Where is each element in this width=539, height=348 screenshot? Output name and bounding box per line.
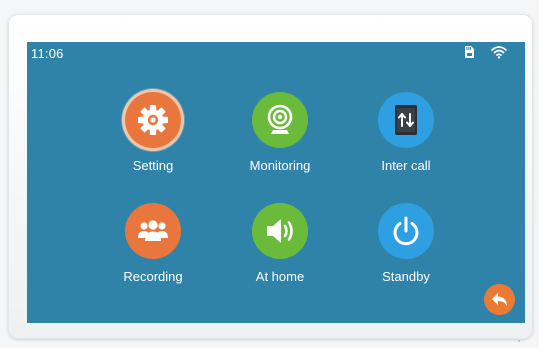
sd-card-icon: [462, 45, 476, 59]
at-home-button[interactable]: At home: [230, 201, 330, 293]
standby-label: Standby: [382, 269, 430, 284]
wifi-icon: [491, 45, 507, 59]
indicator-light: [518, 340, 520, 342]
monitoring-button[interactable]: Monitoring: [230, 90, 330, 182]
standby-button[interactable]: Standby: [356, 201, 456, 293]
recording-label: Recording: [123, 269, 183, 284]
intercom-icon: [378, 92, 434, 148]
power-icon: [378, 203, 434, 259]
camera-icon: [252, 92, 308, 148]
back-button[interactable]: [484, 284, 515, 315]
clock: 11:06: [31, 46, 64, 61]
home-screen: 11:06 Setting Monitoring Inter call Reco…: [27, 42, 525, 323]
setting-button[interactable]: Setting: [103, 90, 203, 182]
at-home-label: At home: [255, 269, 305, 284]
inter-call-button[interactable]: Inter call: [356, 90, 456, 182]
speaker-icon: [252, 203, 308, 259]
inter-call-label: Inter call: [381, 158, 431, 173]
people-icon: [125, 203, 181, 259]
back-arrow-icon: [491, 292, 507, 306]
setting-label: Setting: [132, 158, 174, 173]
gear-icon: [125, 92, 181, 148]
monitoring-label: Monitoring: [249, 158, 311, 173]
recording-button[interactable]: Recording: [103, 201, 203, 293]
